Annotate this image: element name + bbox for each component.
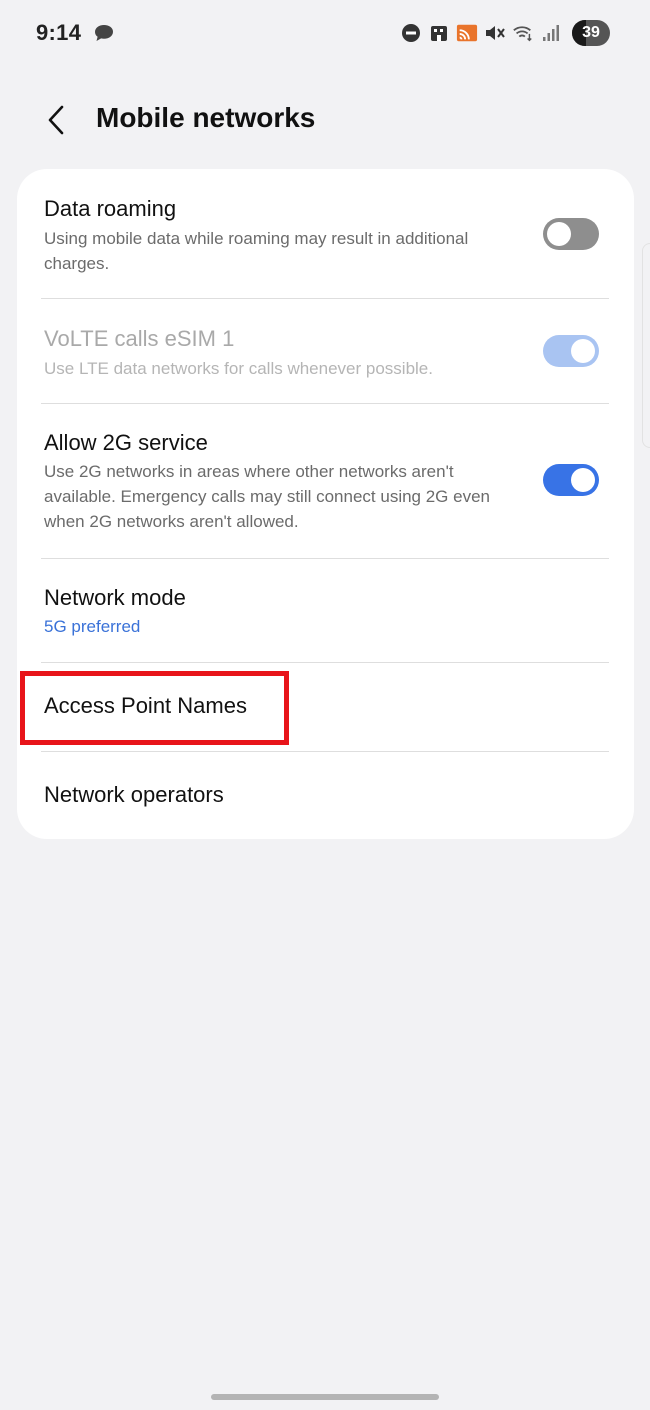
back-button[interactable] bbox=[36, 98, 76, 142]
dnd-icon bbox=[400, 22, 422, 44]
network-operators-row[interactable]: Network operators bbox=[17, 752, 634, 839]
page-title: Mobile networks bbox=[96, 102, 316, 133]
volte-description: Use LTE data networks for calls whenever… bbox=[44, 359, 433, 378]
status-time: 9:14 bbox=[36, 20, 82, 45]
network-mode-value: 5G preferred bbox=[44, 617, 141, 636]
wifi-icon bbox=[512, 22, 534, 44]
status-bar: 9:14 39 bbox=[0, 0, 650, 66]
data-roaming-description: Using mobile data while roaming may resu… bbox=[44, 229, 469, 273]
home-indicator[interactable] bbox=[211, 1394, 439, 1400]
cast-icon bbox=[456, 22, 478, 44]
app-icon bbox=[428, 22, 450, 44]
allow-2g-toggle[interactable] bbox=[543, 464, 599, 496]
volte-title: VoLTE calls eSIM 1 bbox=[44, 326, 235, 351]
battery-icon: 39 bbox=[572, 20, 610, 46]
allow-2g-description: Use 2G networks in areas where other net… bbox=[44, 462, 490, 531]
data-roaming-toggle[interactable] bbox=[543, 218, 599, 250]
mute-icon bbox=[484, 22, 506, 44]
edge-panel-handle[interactable] bbox=[642, 243, 650, 448]
screen: 9:14 39 Mobile networks Data roaming Usi… bbox=[0, 0, 650, 1410]
data-roaming-title: Data roaming bbox=[44, 196, 177, 221]
network-mode-title: Network mode bbox=[44, 585, 186, 610]
allow-2g-title: Allow 2G service bbox=[44, 430, 208, 455]
battery-level: 39 bbox=[582, 24, 600, 41]
chat-bubble-icon bbox=[94, 24, 114, 47]
volte-row: VoLTE calls eSIM 1 Use LTE data networks… bbox=[17, 299, 634, 403]
app-header: Mobile networks bbox=[0, 88, 650, 152]
data-roaming-row[interactable]: Data roaming Using mobile data while roa… bbox=[17, 169, 634, 299]
highlight-box bbox=[20, 671, 289, 745]
allow-2g-row[interactable]: Allow 2G service Use 2G networks in area… bbox=[17, 404, 634, 558]
signal-icon bbox=[540, 22, 562, 44]
network-mode-row[interactable]: Network mode 5G preferred bbox=[17, 559, 634, 662]
volte-toggle bbox=[543, 335, 599, 367]
chevron-left-icon bbox=[48, 105, 64, 135]
status-icons: 39 bbox=[400, 20, 610, 46]
network-operators-title: Network operators bbox=[44, 782, 224, 807]
